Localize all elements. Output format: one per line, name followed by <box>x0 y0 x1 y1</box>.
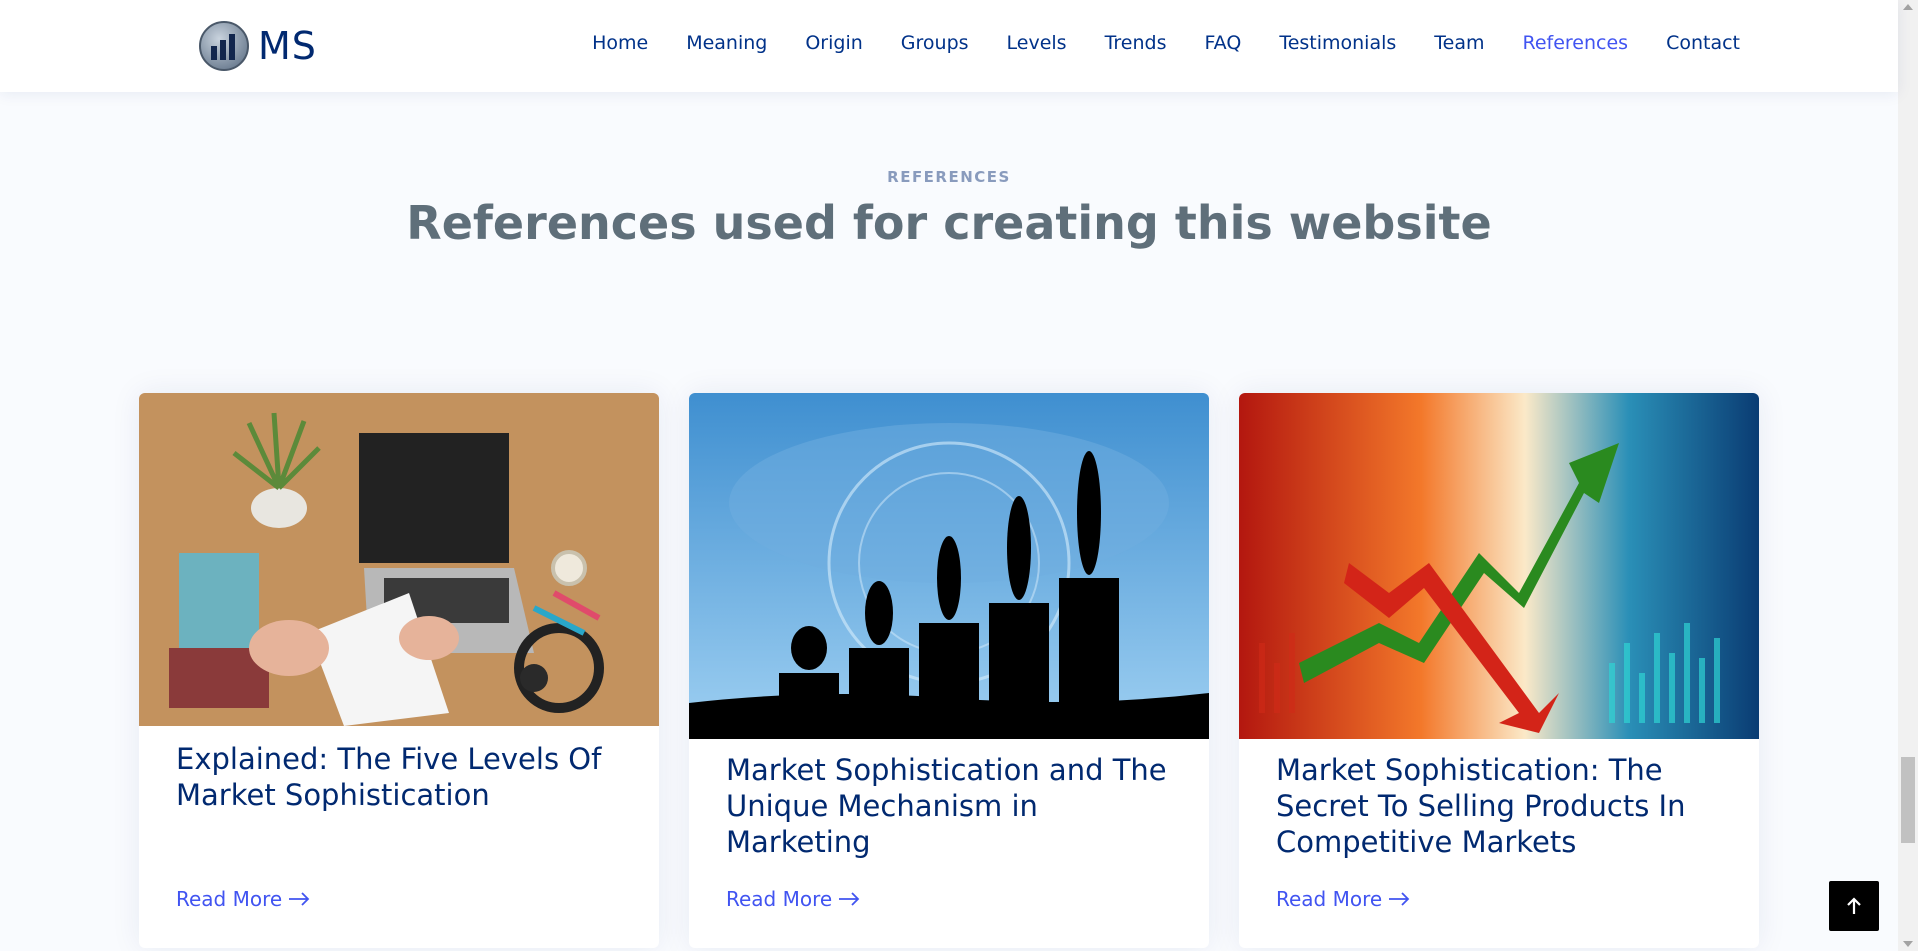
nav-origin[interactable]: Origin <box>805 32 862 54</box>
card-title[interactable]: Explained: The Five Levels Of Market Sop… <box>176 741 626 813</box>
read-more-label: Read More <box>726 887 833 911</box>
card-title[interactable]: Market Sophistication: The Secret To Sel… <box>1276 752 1726 860</box>
nav-home[interactable]: Home <box>592 32 648 54</box>
read-more-link[interactable]: Read More <box>726 887 860 911</box>
card-title[interactable]: Market Sophistication and The Unique Mec… <box>726 752 1176 860</box>
section-eyebrow: REFERENCES <box>887 168 1011 186</box>
arrow-right-icon <box>289 892 310 906</box>
main-nav: Home Meaning Origin Groups Levels Trends… <box>554 32 1740 54</box>
references-section: REFERENCES References used for creating … <box>0 92 1898 951</box>
read-more-label: Read More <box>176 887 283 911</box>
nav-contact[interactable]: Contact <box>1666 32 1740 54</box>
nav-faq[interactable]: FAQ <box>1205 32 1242 54</box>
nav-team[interactable]: Team <box>1434 32 1484 54</box>
site-logo[interactable]: MS <box>198 20 317 72</box>
read-more-link[interactable]: Read More <box>1276 887 1410 911</box>
logo-chart-icon <box>198 20 250 72</box>
logo-text: MS <box>258 24 317 68</box>
arrow-right-icon <box>1389 892 1410 906</box>
arrow-up-icon <box>1847 897 1861 914</box>
read-more-label: Read More <box>1276 887 1383 911</box>
nav-trends[interactable]: Trends <box>1105 32 1167 54</box>
nav-meaning[interactable]: Meaning <box>686 32 767 54</box>
nav-testimonials[interactable]: Testimonials <box>1279 32 1396 54</box>
arrow-right-icon <box>839 892 860 906</box>
stock-market-image <box>1239 393 1759 739</box>
scroll-down-icon[interactable] <box>1903 941 1913 947</box>
site-header: MS Home Meaning Origin Groups Levels Tre… <box>0 0 1898 92</box>
read-more-link[interactable]: Read More <box>176 887 310 911</box>
reference-card: Explained: The Five Levels Of Market Sop… <box>139 393 659 948</box>
nav-groups[interactable]: Groups <box>901 32 969 54</box>
evolution-image <box>689 393 1209 739</box>
desk-laptop-image <box>139 393 659 726</box>
nav-levels[interactable]: Levels <box>1007 32 1067 54</box>
back-to-top-button[interactable] <box>1829 881 1879 931</box>
reference-card: Market Sophistication and The Unique Mec… <box>689 393 1209 948</box>
nav-references[interactable]: References <box>1523 32 1629 54</box>
section-title: References used for creating this websit… <box>406 196 1492 250</box>
reference-card: Market Sophistication: The Secret To Sel… <box>1239 393 1759 948</box>
scroll-up-icon[interactable] <box>1903 4 1913 10</box>
page-scrollbar[interactable] <box>1898 0 1918 951</box>
scroll-thumb[interactable] <box>1901 757 1915 843</box>
